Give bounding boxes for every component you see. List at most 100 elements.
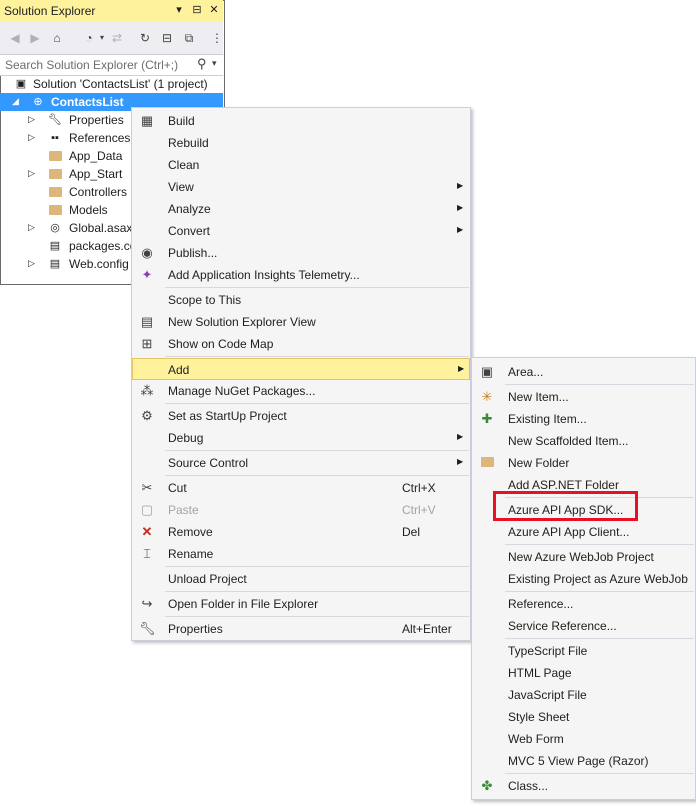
menu-item-remove[interactable]: ✕ Remove Del xyxy=(133,521,469,543)
code-map-icon: ⊞ xyxy=(141,336,153,351)
menu-item-application-insights[interactable]: ✦ Add Application Insights Telemetry... xyxy=(133,264,469,286)
rename-icon: ⌶ xyxy=(143,546,151,561)
submenu-item-reference[interactable]: Reference... xyxy=(473,593,695,615)
menu-item-label: Properties xyxy=(168,622,223,636)
submenu-item-mvc5-view-page[interactable]: MVC 5 View Page (Razor) xyxy=(473,750,695,772)
window-menu-button[interactable]: ▾ xyxy=(172,3,186,16)
menu-separator xyxy=(505,544,694,545)
search-box[interactable]: Search Solution Explorer (Ctrl+;) ⚲ ▾ xyxy=(0,54,223,76)
menu-item-add[interactable]: Add ▶ xyxy=(132,358,470,380)
menu-item-scope-to-this[interactable]: Scope to This xyxy=(133,289,469,311)
menu-item-publish[interactable]: ◉ Publish... xyxy=(133,242,469,264)
submenu-item-existing-project-as-webjob[interactable]: Existing Project as Azure WebJob xyxy=(473,568,695,590)
expand-arrow-icon[interactable]: ▷ xyxy=(28,258,35,269)
submenu-item-new-folder[interactable]: New Folder xyxy=(473,452,695,474)
menu-item-show-on-code-map[interactable]: ⊞ Show on Code Map xyxy=(133,333,469,355)
menu-item-new-solution-explorer-view[interactable]: ▤ New Solution Explorer View xyxy=(133,311,469,333)
menu-item-analyze[interactable]: Analyze ▶ xyxy=(133,198,469,220)
submenu-item-class[interactable]: ✤ Class... xyxy=(473,775,695,797)
area-icon: ▣ xyxy=(480,364,494,379)
menu-item-label: New Folder xyxy=(508,456,570,470)
refresh-icon[interactable]: ↻ xyxy=(138,31,152,45)
submenu-item-web-form[interactable]: Web Form xyxy=(473,728,695,750)
tree-item-label: Global.asax xyxy=(69,221,133,235)
submenu-arrow-icon: ▶ xyxy=(457,203,464,212)
config-file-icon: ▤ xyxy=(49,240,61,252)
sync-icon[interactable]: ⇄ xyxy=(110,31,124,45)
submenu-item-style-sheet[interactable]: Style Sheet xyxy=(473,706,695,728)
menu-item-label: Publish... xyxy=(168,246,218,260)
menu-item-rebuild[interactable]: Rebuild xyxy=(133,132,469,154)
menu-item-label: Rename xyxy=(168,547,214,561)
submenu-item-azure-api-app-client[interactable]: Azure API App Client... xyxy=(473,521,695,543)
menu-item-label: Cut xyxy=(168,481,187,495)
menu-item-label: Add xyxy=(168,363,190,377)
menu-item-label: New Item... xyxy=(508,390,569,404)
menu-item-shortcut: Ctrl+V xyxy=(402,503,436,517)
back-icon[interactable]: ◀ xyxy=(8,31,22,45)
menu-item-label: Existing Project as Azure WebJob xyxy=(508,572,688,586)
expand-arrow-icon[interactable]: ▷ xyxy=(28,132,35,143)
menu-item-view[interactable]: View ▶ xyxy=(133,176,469,198)
menu-item-properties[interactable]: 🔧︎ Properties Alt+Enter xyxy=(133,618,469,640)
menu-item-source-control[interactable]: Source Control ▶ xyxy=(133,452,469,474)
menu-item-label: Scope to This xyxy=(168,293,242,307)
project-context-menu: ▦ Build Rebuild Clean View ▶ Analyze ▶ C… xyxy=(131,107,471,641)
menu-item-manage-nuget[interactable]: ⁂ Manage NuGet Packages... xyxy=(133,380,469,402)
pending-changes-filter-icon[interactable]: ◔ xyxy=(82,31,96,45)
collapse-arrow-icon[interactable]: ◢ xyxy=(12,96,19,107)
menu-item-label: HTML Page xyxy=(508,666,572,680)
nuget-icon: ⁂ xyxy=(140,383,154,398)
menu-separator xyxy=(165,475,469,476)
submenu-item-existing-item[interactable]: ✚ Existing Item... xyxy=(473,408,695,430)
submenu-item-new-item[interactable]: ✳ New Item... xyxy=(473,386,695,408)
folder-icon xyxy=(48,167,62,181)
chevron-down-icon[interactable]: ▾ xyxy=(95,31,109,45)
config-file-icon: ▤ xyxy=(49,258,61,270)
remove-icon: ✕ xyxy=(141,524,153,539)
submenu-item-area[interactable]: ▣ Area... xyxy=(473,361,695,383)
menu-separator xyxy=(165,356,469,357)
submenu-arrow-icon: ▶ xyxy=(458,364,465,373)
close-button[interactable]: ✕ xyxy=(207,3,221,16)
menu-item-open-folder[interactable]: ↪ Open Folder in File Explorer xyxy=(133,593,469,615)
search-input[interactable]: Search Solution Explorer (Ctrl+;) xyxy=(5,58,178,72)
new-item-icon: ✳ xyxy=(481,389,493,404)
submenu-item-new-scaffolded-item[interactable]: New Scaffolded Item... xyxy=(473,430,695,452)
menu-item-build[interactable]: ▦ Build xyxy=(133,110,469,132)
overflow-icon[interactable]: ⋮ xyxy=(210,31,224,45)
menu-item-debug[interactable]: Debug ▶ xyxy=(133,427,469,449)
search-options-icon[interactable]: ▾ xyxy=(212,58,217,69)
expand-arrow-icon[interactable]: ▷ xyxy=(28,168,35,179)
menu-item-cut[interactable]: ✂ Cut Ctrl+X xyxy=(133,477,469,499)
expand-arrow-icon[interactable]: ▷ xyxy=(28,222,35,233)
show-all-files-icon[interactable]: ⧉ xyxy=(182,31,196,45)
menu-item-label: Class... xyxy=(508,779,549,793)
home-icon[interactable]: ⌂ xyxy=(50,31,64,45)
menu-separator xyxy=(505,591,694,592)
scissors-icon: ✂ xyxy=(141,480,153,495)
submenu-item-javascript-file[interactable]: JavaScript File xyxy=(473,684,695,706)
auto-hide-button[interactable]: ⊟ xyxy=(190,3,204,16)
submenu-item-service-reference[interactable]: Service Reference... xyxy=(473,615,695,637)
menu-item-label: Clean xyxy=(168,158,200,172)
menu-item-rename[interactable]: ⌶ Rename xyxy=(133,543,469,565)
menu-item-unload-project[interactable]: Unload Project xyxy=(133,568,469,590)
collapse-all-icon[interactable]: ⊟ xyxy=(160,31,174,45)
references-icon: ▪▪ xyxy=(51,132,59,144)
menu-item-set-startup[interactable]: ⚙ Set as StartUp Project xyxy=(133,405,469,427)
menu-separator xyxy=(505,384,694,385)
menu-item-label: Unload Project xyxy=(168,572,247,586)
solution-node[interactable]: ▣ Solution 'ContactsList' (1 project) xyxy=(0,75,223,93)
submenu-item-new-azure-webjob-project[interactable]: New Azure WebJob Project xyxy=(473,546,695,568)
existing-item-icon: ✚ xyxy=(481,411,493,426)
menu-item-convert[interactable]: Convert ▶ xyxy=(133,220,469,242)
solution-icon: ▣ xyxy=(15,78,27,90)
submenu-item-html-page[interactable]: HTML Page xyxy=(473,662,695,684)
forward-icon[interactable]: ▶ xyxy=(28,31,42,45)
submenu-item-typescript-file[interactable]: TypeScript File xyxy=(473,640,695,662)
expand-arrow-icon[interactable]: ▷ xyxy=(28,114,35,125)
search-icon[interactable]: ⚲ xyxy=(197,56,207,72)
menu-item-clean[interactable]: Clean xyxy=(133,154,469,176)
solution-label: Solution 'ContactsList' (1 project) xyxy=(33,77,208,91)
